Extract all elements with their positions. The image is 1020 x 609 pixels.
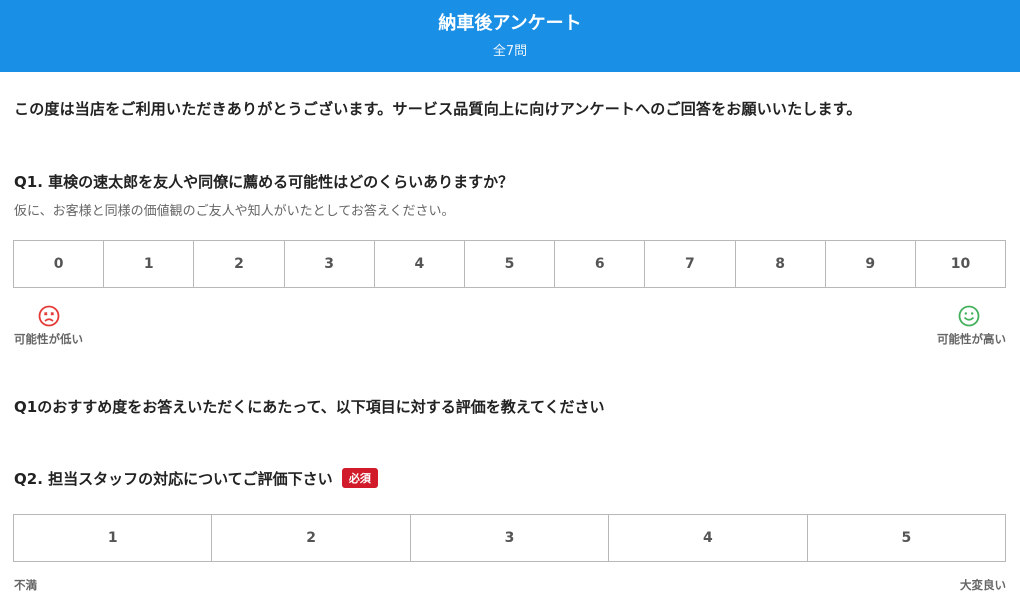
q2-option-3[interactable]: 3 xyxy=(410,515,610,561)
q1-option-6[interactable]: 6 xyxy=(555,241,646,287)
section-note: Q1のおすすめ度をお答えいただくにあたって、以下項目に対する評価を教えてください xyxy=(14,398,605,416)
q1-low-label: 可能性が低い xyxy=(14,332,83,346)
q1-option-2[interactable]: 2 xyxy=(194,241,285,287)
intro-text: この度は当店をご利用いただきありがとうございます。サービス品質向上に向けアンケー… xyxy=(14,100,862,118)
sad-face-icon xyxy=(38,305,60,327)
q1-option-7[interactable]: 7 xyxy=(645,241,736,287)
q1-scale: 0 1 2 3 4 5 6 7 8 9 10 xyxy=(13,240,1006,288)
page-title: 納車後アンケート xyxy=(438,13,582,34)
q1-option-5[interactable]: 5 xyxy=(464,241,556,287)
q2-option-4[interactable]: 4 xyxy=(609,515,808,561)
q2-option-5[interactable]: 5 xyxy=(807,515,1006,561)
q1-title: Q1. 車検の速太郎を友人や同僚に薦める可能性はどのくらいありますか？ xyxy=(14,173,514,191)
q1-option-9[interactable]: 9 xyxy=(825,241,916,287)
q2-title-row: Q2. 担当スタッフの対応についてご評価下さい 必須 xyxy=(14,468,378,489)
q2-high-label: 大変良い xyxy=(960,578,1006,592)
q1-option-0[interactable]: 0 xyxy=(14,241,105,287)
smile-face-icon xyxy=(958,305,980,327)
q1-option-1[interactable]: 1 xyxy=(104,241,195,287)
q1-option-8[interactable]: 8 xyxy=(735,241,826,287)
q1-description: 仮に、お客様と同様の価値観のご友人や知人がいたとしてお答えください。 xyxy=(14,204,455,219)
q2-title: Q2. 担当スタッフの対応についてご評価下さい xyxy=(14,470,333,488)
q1-option-10[interactable]: 10 xyxy=(915,241,1006,287)
q1-option-4[interactable]: 4 xyxy=(374,241,465,287)
q2-option-1[interactable]: 1 xyxy=(14,515,213,561)
q1-option-3[interactable]: 3 xyxy=(284,241,375,287)
q2-scale: 1 2 3 4 5 xyxy=(13,514,1006,562)
question-count: 全7問 xyxy=(492,44,528,59)
page-header: 納車後アンケート 全7問 xyxy=(0,0,1020,72)
q1-high-label: 可能性が高い xyxy=(937,332,1006,346)
required-badge: 必須 xyxy=(341,468,378,488)
q2-low-label: 不満 xyxy=(14,578,37,592)
q2-option-2[interactable]: 2 xyxy=(212,515,411,561)
